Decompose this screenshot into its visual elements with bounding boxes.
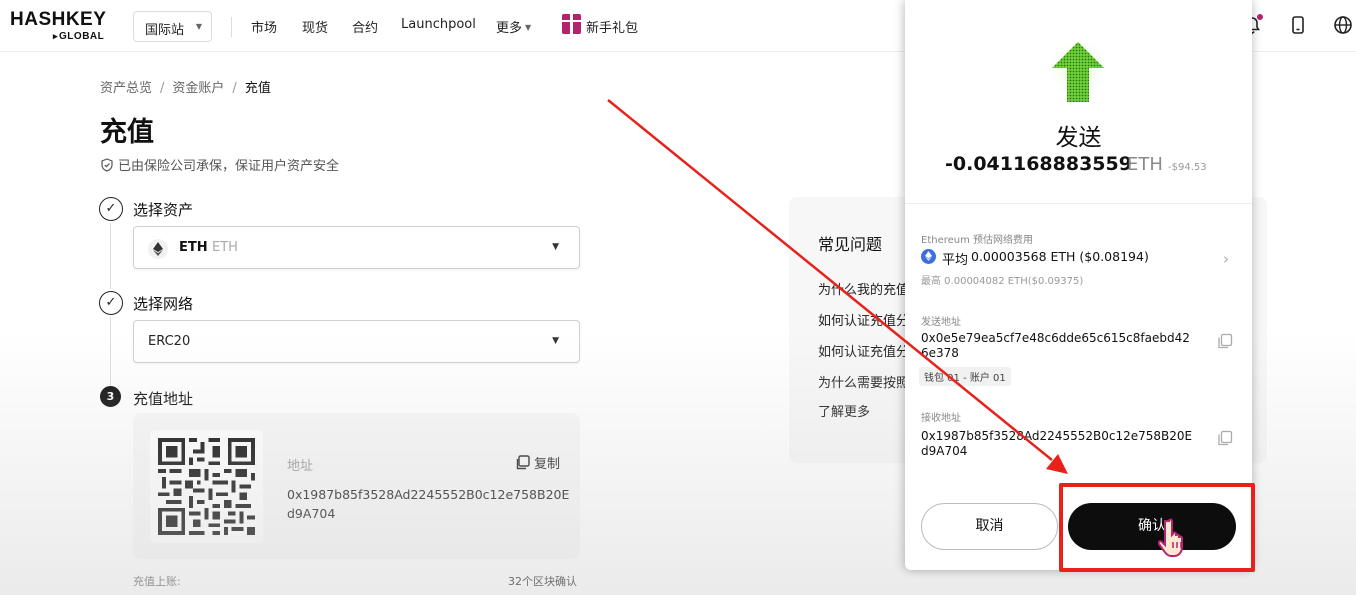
deposit-address-card: 地址 复制 0x1987b85f3528Ad2245552B0c12e758B2… (133, 413, 580, 559)
breadcrumb-current: 充值 (244, 81, 271, 96)
hashkey-logo[interactable]: HASHKEY GLOBAL (10, 9, 115, 45)
globe-icon[interactable] (1333, 15, 1353, 35)
nav-item-more[interactable]: 更多 ▼ (496, 17, 531, 36)
chevron-down-icon: ▼ (552, 336, 559, 346)
copy-icon[interactable] (1217, 430, 1233, 446)
hand-pointer-icon (1158, 518, 1183, 557)
nav-divider (231, 17, 232, 37)
ethereum-icon (921, 249, 936, 264)
breadcrumb-asset-overview[interactable]: 资产总览 (100, 81, 152, 96)
nav-item-launchpool[interactable]: Launchpool (401, 17, 476, 32)
chevron-down-icon: ▼ (195, 22, 202, 31)
asset-select[interactable]: ETH ETH ▼ (133, 226, 580, 269)
divider (905, 203, 1252, 204)
copy-address-button[interactable]: 复制 (515, 453, 560, 472)
fee-value: 0.00003568 ETH ($0.08194) (971, 249, 1149, 264)
nav-item-newbie-gift[interactable]: 新手礼包 (586, 17, 638, 36)
network-value: ERC20 (148, 334, 191, 349)
site-selector-label: 国际站 (145, 23, 185, 38)
nav-item-more-label: 更多 (496, 21, 523, 36)
send-arrow-icon (1048, 40, 1108, 104)
wallet-account-tag: 钱包 01 - 账户 01 (919, 367, 1011, 386)
deposit-credit-label: 充值上账: (133, 575, 181, 588)
site-selector[interactable]: 国际站 ▼ (133, 11, 212, 42)
step-label-select-asset: 选择资产 (133, 201, 194, 219)
send-amount: -0.041168883559 (945, 153, 1132, 175)
logo-main-text: HASHKEY (10, 9, 107, 30)
cancel-button[interactable]: 取消 (921, 503, 1058, 550)
step-connector (110, 317, 111, 387)
breadcrumb-funding-account[interactable]: 资金账户 (172, 81, 224, 96)
chevron-down-icon: ▼ (552, 242, 559, 252)
nav-item-market[interactable]: 市场 (251, 17, 277, 36)
faq-item[interactable]: 为什么我的充值 (818, 279, 909, 298)
faq-title: 常见问题 (818, 235, 883, 254)
to-address-label: 接收地址 (921, 413, 961, 424)
send-unit: ETH (1127, 154, 1163, 175)
send-title: 发送 (1055, 125, 1102, 151)
breadcrumb: 资产总览 / 资金账户 / 充值 (100, 81, 271, 96)
address-label: 地址 (287, 459, 314, 474)
asset-name: ETH (212, 240, 238, 255)
chevron-right-icon[interactable]: › (1223, 250, 1229, 268)
logo-sub-text: GLOBAL (53, 31, 104, 42)
qr-code-frame (150, 430, 263, 543)
deposit-credit-value: 32个区块确认 (508, 575, 577, 588)
annotation-highlight-box (1059, 483, 1255, 572)
fee-max: 最高 0.00004082 ETH($0.09375) (921, 276, 1084, 287)
network-fee-label: Ethereum 预估网络费用 (921, 235, 1034, 246)
send-usd-value: -$94.53 (1168, 162, 1207, 173)
copy-icon[interactable] (1217, 333, 1233, 349)
nav-item-spot[interactable]: 现货 (302, 17, 328, 36)
notification-dot (1257, 14, 1263, 20)
insurance-note: 已由保险公司承保，保证用户资产安全 (100, 155, 339, 174)
faq-item[interactable]: 如何认证充值分 (818, 341, 909, 360)
gift-icon[interactable] (562, 14, 581, 34)
step-label-select-network: 选择网络 (133, 295, 194, 313)
copy-icon (516, 455, 530, 470)
faq-item[interactable]: 为什么需要按照 (818, 372, 909, 391)
faq-learn-more-link[interactable]: 了解更多 (818, 401, 870, 420)
asset-code: ETH (179, 240, 208, 255)
network-select[interactable]: ERC20 ▼ (133, 320, 580, 363)
copy-label: 复制 (534, 457, 561, 472)
page-title: 充值 (100, 117, 154, 148)
insurance-note-text: 已由保险公司承保，保证用户资产安全 (118, 159, 340, 174)
deposit-address-value: 0x1987b85f3528Ad2245552B0c12e758B20Ed9A7… (287, 487, 570, 521)
step-done-check-icon (99, 291, 123, 315)
fee-tier[interactable]: 平均 (942, 249, 968, 268)
eth-icon (148, 239, 168, 259)
mobile-app-icon[interactable] (1288, 15, 1308, 35)
chevron-down-icon: ▼ (525, 23, 532, 32)
nav-item-contract[interactable]: 合约 (352, 17, 378, 36)
from-address-label: 发送地址 (921, 317, 961, 328)
step-done-check-icon (99, 197, 123, 221)
step-connector (110, 223, 111, 289)
to-address-value: 0x1987b85f3528Ad2245552B0c12e758B20Ed9A7… (921, 429, 1193, 458)
from-address-value: 0x0e5e79ea5cf7e48c6dde65c615c8faebd426e3… (921, 331, 1190, 360)
step-number-badge: 3 (100, 386, 121, 407)
faq-item[interactable]: 如何认证充值分 (818, 310, 909, 329)
step-label-deposit-address: 充值地址 (133, 390, 194, 408)
shield-icon (101, 158, 113, 172)
qr-code-image (158, 438, 255, 535)
